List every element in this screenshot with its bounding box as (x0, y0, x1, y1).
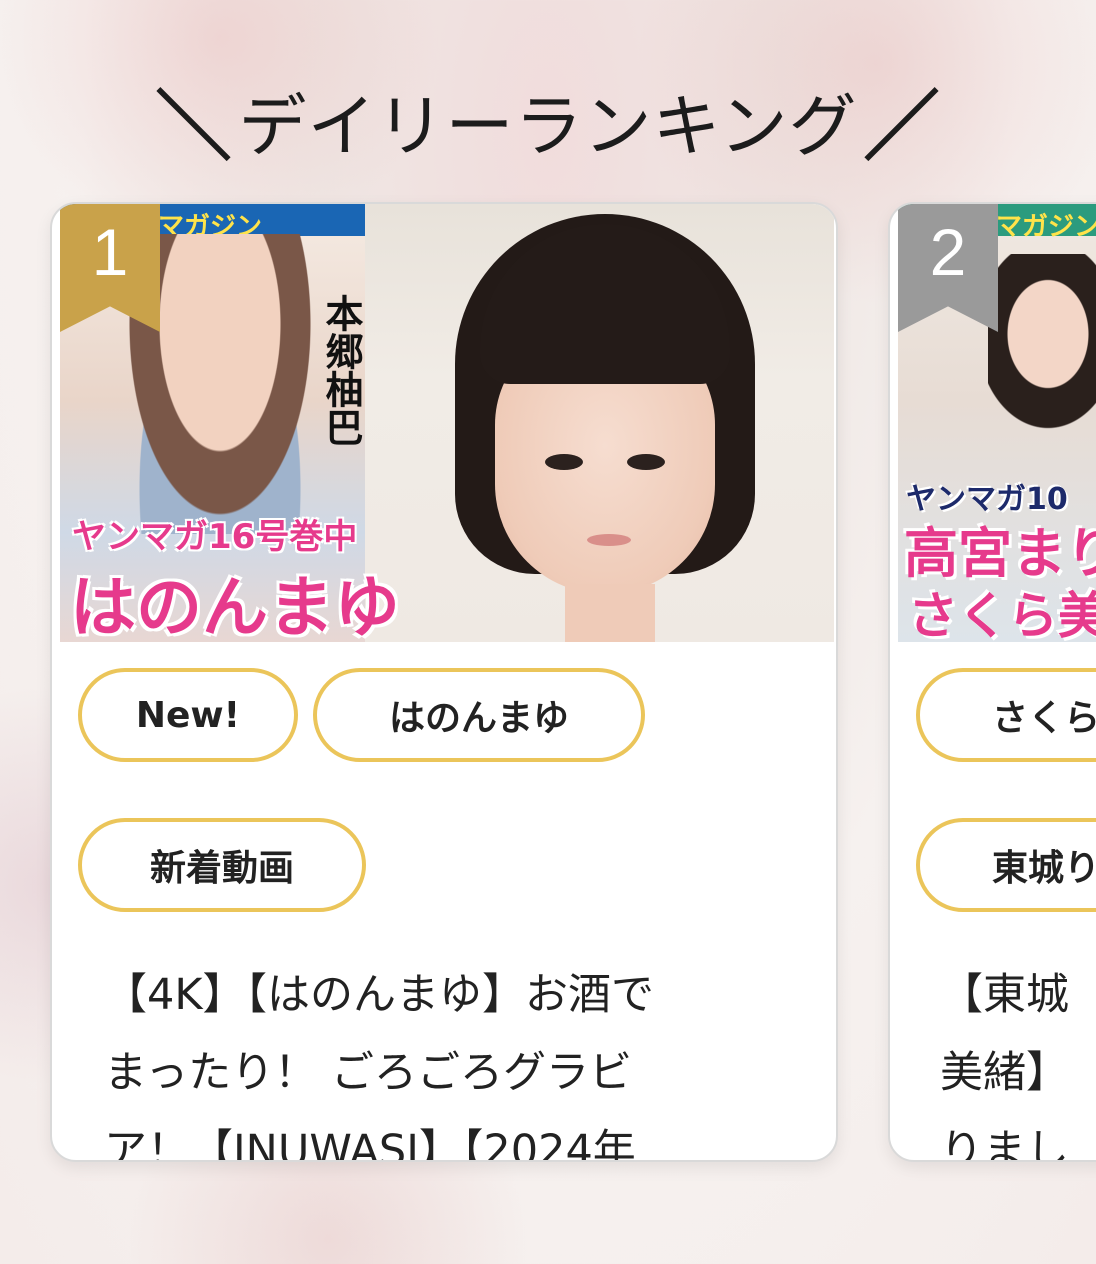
ranking-card-1[interactable]: ヤングマガジン 本郷柚巴 ヤンマガ16号巻中 はのんまゆ 1 New! はのんま… (50, 202, 838, 1162)
video-title[interactable]: 【東城 美緒】 りまし (940, 956, 1096, 1162)
portrait-photo (365, 204, 834, 642)
cover-side-text: 本郷柚巴 (319, 294, 363, 446)
card-thumbnail[interactable]: ヤングマガジン 本郷柚巴 ヤンマガ16号巻中 はのんまゆ (60, 204, 834, 642)
tag-tojo[interactable]: 東城り (916, 818, 1096, 912)
cover-headline-big: はのんまゆ (70, 569, 400, 642)
ranking-card-2[interactable]: ヤングマガジン ヤンマガ10 高宮まり さくら美 2 さくら 東城り 【東城 美… (888, 202, 1096, 1162)
title-slash-right: ／ (863, 82, 941, 171)
cover-headline-small: ヤンマガ16号巻中 (72, 517, 358, 557)
section-title: ＼ デイリーランキング ／ (0, 70, 1096, 171)
title-line: まったり！ ごろごろグラビ (104, 1048, 632, 1098)
title-line: りまし (940, 1126, 1069, 1162)
tag-hanonmayu[interactable]: はのんまゆ (313, 668, 645, 762)
video-title[interactable]: 【4K】【はのんまゆ】お酒で まったり！ ごろごろグラビ ア！【INUWASI】… (104, 956, 794, 1162)
title-line: 美緒】 (940, 1048, 1069, 1098)
tag-sakura[interactable]: さくら (916, 668, 1096, 762)
title-line: 【東城 (940, 970, 1069, 1020)
title-line: 【4K】【はのんまゆ】お酒で (104, 970, 655, 1020)
cover-model-image (988, 254, 1096, 454)
daily-ranking-heading: デイリーランキング (238, 87, 858, 167)
title-slash-left: ＼ (155, 82, 233, 171)
title-line: ア！【INUWASI】【2024年 (104, 1126, 636, 1162)
tag-new[interactable]: New! (78, 668, 298, 762)
cover-headline-big-2: さくら美 (908, 587, 1096, 642)
tag-new-videos[interactable]: 新着動画 (78, 818, 366, 912)
